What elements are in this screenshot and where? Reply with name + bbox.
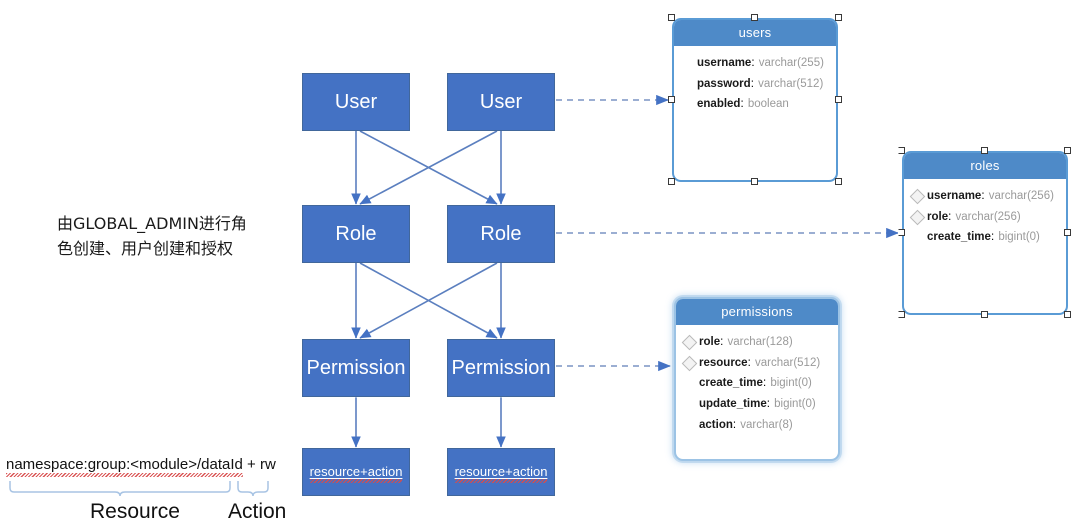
db-table-roles-title: roles [904, 153, 1066, 179]
db-field-row: username: varchar(255) [674, 53, 836, 74]
selection-handle-roles-s[interactable] [981, 311, 988, 318]
annotation-plus: + [242, 456, 260, 473]
db-field-name: role [699, 336, 721, 348]
edge-user-left-role-right [359, 130, 498, 205]
note-global-admin: 由GLOBAL_ADMIN进行角 色创建、用户创建和授权 [57, 214, 247, 258]
selection-handle-users-s[interactable] [751, 178, 758, 185]
flow-node-user-right[interactable]: User [447, 73, 555, 131]
edge-user-right-role-left [359, 130, 498, 205]
selection-handle-users-n[interactable] [751, 14, 758, 21]
db-field-type: boolean [747, 98, 789, 111]
flow-node-role-left[interactable]: Role [302, 205, 410, 263]
annotation-resource-main: namespace:group:<module> [6, 456, 197, 477]
permission-format-annotation: namespace:group:<module>/dataId + rw [6, 456, 276, 477]
db-field-type: varchar(256) [955, 210, 1021, 223]
selection-handle-roles-ne[interactable] [1064, 147, 1071, 154]
db-field-name: create_time [699, 377, 763, 390]
diagram-canvas: 由GLOBAL_ADMIN进行角 色创建、用户创建和授权 User Role P… [0, 0, 1080, 531]
db-field-type: varchar(256) [988, 190, 1054, 202]
db-field-row: update_time: bigint(0) [676, 394, 838, 415]
db-field-type: varchar(512) [758, 77, 824, 90]
action-bracket [237, 481, 269, 497]
db-table-roles-fields: username: varchar(256) role: varchar(256… [904, 179, 1066, 248]
edge-role-left-permission-right [359, 262, 498, 339]
resource-bracket [9, 481, 231, 497]
db-field-name: role [927, 210, 949, 223]
selection-handle-users-w[interactable] [668, 96, 675, 103]
edge-role-right-permission-left [359, 262, 498, 339]
flow-node-user-right-label: User [479, 91, 523, 113]
selection-handle-roles-se[interactable] [1064, 311, 1071, 318]
db-field-type: varchar(255) [758, 57, 824, 69]
db-field-row: username: varchar(256) [904, 186, 1066, 207]
db-field-type: bigint(0) [774, 398, 816, 411]
flow-node-permission-left-label: Permission [306, 357, 406, 379]
db-field-row: password: varchar(512) [674, 74, 836, 95]
db-field-name: enabled [697, 98, 741, 111]
primary-key-diamond-icon [909, 188, 926, 205]
flow-node-resource-action-left-label: resource+action [309, 463, 403, 484]
db-field-name: create_time [927, 231, 991, 244]
flow-node-role-left-label: Role [335, 223, 377, 245]
db-field-type: varchar(8) [740, 418, 793, 431]
flow-node-permission-right-label: Permission [451, 357, 551, 379]
db-field-name: password [697, 77, 751, 90]
flow-node-resource-action-left[interactable]: resource+action [302, 448, 410, 496]
annotation-label-action: Action [228, 500, 287, 523]
selection-handle-users-e[interactable] [835, 96, 842, 103]
db-field-row: role: varchar(128) [676, 332, 838, 353]
selection-handle-users-nw[interactable] [668, 14, 675, 21]
db-field-type: varchar(512) [754, 356, 821, 369]
db-field-type: varchar(128) [727, 336, 793, 348]
db-field-type: bigint(0) [770, 377, 812, 390]
annotation-label-resource: Resource [90, 500, 180, 523]
db-field-row: enabled: boolean [674, 94, 836, 115]
db-table-users-title: users [674, 20, 836, 46]
flow-node-role-right[interactable]: Role [447, 205, 555, 263]
db-field-name: username [927, 190, 982, 202]
primary-key-diamond-icon [909, 209, 926, 225]
db-table-permissions-fields: role: varchar(128) resource: varchar(512… [676, 325, 838, 435]
selection-handle-users-se[interactable] [835, 178, 842, 185]
db-field-name: username [697, 57, 752, 69]
db-table-permissions[interactable]: permissions role: varchar(128) resource:… [674, 297, 840, 461]
selection-handle-roles-n[interactable] [981, 147, 988, 154]
primary-key-diamond-icon [681, 355, 698, 371]
db-field-row: action: varchar(8) [676, 415, 838, 436]
flow-node-user-left[interactable]: User [302, 73, 410, 131]
flow-node-user-left-label: User [334, 91, 378, 113]
selection-handle-users-ne[interactable] [835, 14, 842, 21]
annotation-action: rw [259, 456, 276, 473]
selection-handle-roles-sw[interactable] [898, 311, 905, 318]
selection-handle-users-sw[interactable] [668, 178, 675, 185]
db-field-name: action [699, 418, 733, 431]
db-table-users[interactable]: users username: varchar(255) password: v… [672, 18, 838, 182]
selection-handle-roles-e[interactable] [1064, 229, 1071, 236]
selection-handle-roles-nw[interactable] [898, 147, 905, 154]
db-field-name: update_time [699, 398, 767, 411]
flow-node-permission-left[interactable]: Permission [302, 339, 410, 397]
db-field-row: create_time: bigint(0) [676, 373, 838, 394]
flow-node-resource-action-right[interactable]: resource+action [447, 448, 555, 496]
selection-handle-roles-w[interactable] [898, 229, 905, 236]
flow-node-resource-action-right-label: resource+action [454, 463, 548, 484]
db-field-row: create_time: bigint(0) [904, 227, 1066, 248]
annotation-resource-tail: /dataId [196, 456, 243, 477]
db-field-row: resource: varchar(512) [676, 353, 838, 374]
flow-node-permission-right[interactable]: Permission [447, 339, 555, 397]
db-table-users-fields: username: varchar(255) password: varchar… [674, 46, 836, 115]
primary-key-diamond-icon [681, 334, 698, 351]
db-table-roles[interactable]: roles username: varchar(256) role: varch… [902, 151, 1068, 315]
flow-node-role-right-label: Role [480, 223, 522, 245]
db-field-name: resource [699, 356, 748, 369]
db-table-permissions-title: permissions [676, 299, 838, 325]
db-field-type: bigint(0) [998, 231, 1040, 244]
db-field-row: role: varchar(256) [904, 207, 1066, 228]
